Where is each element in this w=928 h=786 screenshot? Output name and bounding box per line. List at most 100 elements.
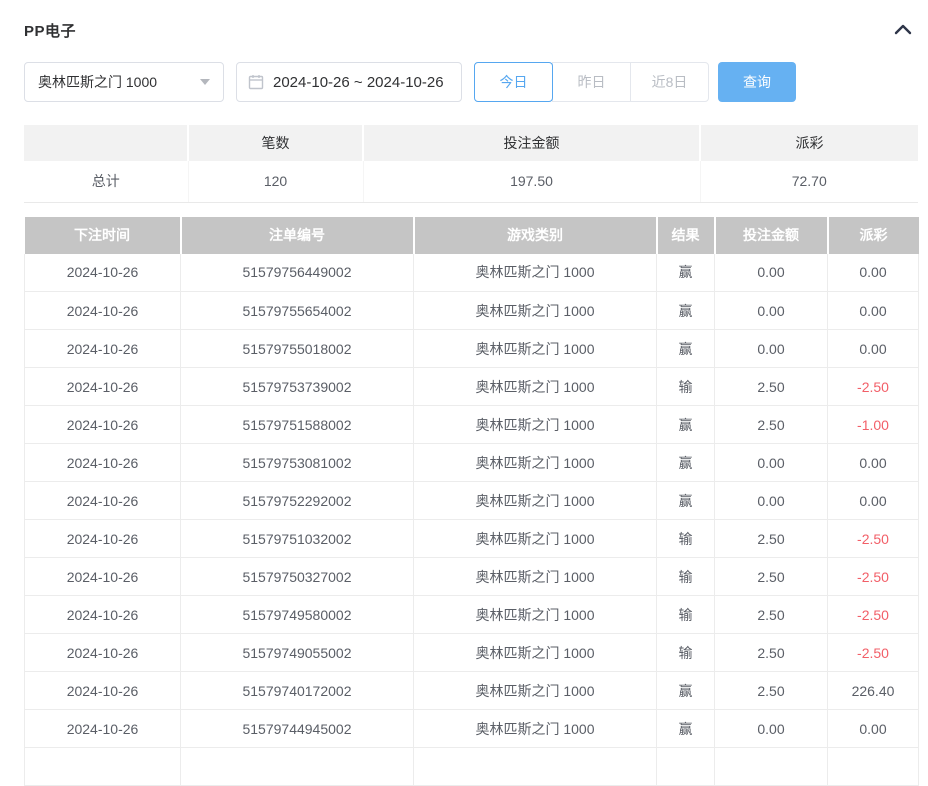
table-row: 2024-10-26 51579755654002 奥林匹斯之门 1000 赢 … — [25, 292, 919, 330]
cell-bet-time: 2024-10-26 — [25, 444, 181, 482]
cell-bet-amount: 2.50 — [715, 672, 828, 710]
cell-payout: 226.40 — [828, 672, 919, 710]
cell-payout: 0.00 — [828, 330, 919, 368]
cell-game-category: 奥林匹斯之门 1000 — [414, 330, 657, 368]
col-bet-time: 下注时间 — [25, 217, 181, 254]
cell-result: 赢 — [657, 710, 715, 748]
cell-bet-amount: 0.00 — [715, 482, 828, 520]
cell-game-category: 奥林匹斯之门 1000 — [414, 482, 657, 520]
table-row — [25, 748, 919, 786]
quick-btn-last8days[interactable]: 近8日 — [630, 62, 709, 102]
table-row: 2024-10-26 51579749055002 奥林匹斯之门 1000 输 … — [25, 634, 919, 672]
cell-bet-time: 2024-10-26 — [25, 710, 181, 748]
summary-col-bet-amount: 投注金额 — [363, 125, 700, 161]
cell-bet-amount: 2.50 — [715, 596, 828, 634]
cell-game-category — [414, 748, 657, 786]
cell-payout — [828, 748, 919, 786]
filter-bar: 奥林匹斯之门 1000 2024-10-26 ~ 2024-10-26 今日 昨… — [24, 62, 928, 102]
cell-bet-amount — [715, 748, 828, 786]
col-bet-amount: 投注金额 — [715, 217, 828, 254]
cell-bet-amount: 0.00 — [715, 292, 828, 330]
table-row: 2024-10-26 51579749580002 奥林匹斯之门 1000 输 … — [25, 596, 919, 634]
quick-btn-today[interactable]: 今日 — [474, 62, 553, 102]
table-row: 2024-10-26 51579755018002 奥林匹斯之门 1000 赢 … — [25, 330, 919, 368]
cell-order-number: 51579753081002 — [181, 444, 414, 482]
bet-records-table: 下注时间 注单编号 游戏类别 结果 投注金额 派彩 2024-10-26 515… — [24, 217, 919, 786]
cell-payout: -1.00 — [828, 406, 919, 444]
bet-table-header-row: 下注时间 注单编号 游戏类别 结果 投注金额 派彩 — [25, 217, 919, 254]
cell-order-number: 51579749055002 — [181, 634, 414, 672]
cell-game-category: 奥林匹斯之门 1000 — [414, 672, 657, 710]
cell-payout: 0.00 — [828, 292, 919, 330]
cell-bet-time: 2024-10-26 — [25, 368, 181, 406]
cell-game-category: 奥林匹斯之门 1000 — [414, 254, 657, 292]
cell-order-number: 51579749580002 — [181, 596, 414, 634]
table-row: 2024-10-26 51579751588002 奥林匹斯之门 1000 赢 … — [25, 406, 919, 444]
cell-payout: -2.50 — [828, 596, 919, 634]
cell-bet-amount: 2.50 — [715, 406, 828, 444]
cell-game-category: 奥林匹斯之门 1000 — [414, 634, 657, 672]
cell-result — [657, 748, 715, 786]
cell-bet-time: 2024-10-26 — [25, 406, 181, 444]
cell-game-category: 奥林匹斯之门 1000 — [414, 368, 657, 406]
cell-order-number: 51579751032002 — [181, 520, 414, 558]
cell-game-category: 奥林匹斯之门 1000 — [414, 292, 657, 330]
cell-order-number: 51579756449002 — [181, 254, 414, 292]
cell-payout: 0.00 — [828, 482, 919, 520]
chevron-down-icon — [200, 79, 210, 85]
summary-col-empty — [24, 125, 188, 161]
cell-result: 输 — [657, 558, 715, 596]
col-game-category: 游戏类别 — [414, 217, 657, 254]
cell-payout: 0.00 — [828, 444, 919, 482]
cell-bet-time: 2024-10-26 — [25, 254, 181, 292]
cell-result: 输 — [657, 368, 715, 406]
cell-game-category: 奥林匹斯之门 1000 — [414, 558, 657, 596]
cell-payout: 0.00 — [828, 254, 919, 292]
summary-total-payout: 72.70 — [700, 161, 918, 202]
cell-bet-amount: 0.00 — [715, 254, 828, 292]
summary-total-bet-amount: 197.50 — [363, 161, 700, 202]
quick-btn-yesterday[interactable]: 昨日 — [552, 62, 631, 102]
cell-payout: -2.50 — [828, 558, 919, 596]
table-row: 2024-10-26 51579753739002 奥林匹斯之门 1000 输 … — [25, 368, 919, 406]
cell-order-number: 51579744945002 — [181, 710, 414, 748]
cell-game-category: 奥林匹斯之门 1000 — [414, 444, 657, 482]
cell-result: 赢 — [657, 406, 715, 444]
cell-game-category: 奥林匹斯之门 1000 — [414, 596, 657, 634]
cell-result: 输 — [657, 634, 715, 672]
cell-result: 输 — [657, 520, 715, 558]
date-range-picker[interactable]: 2024-10-26 ~ 2024-10-26 — [236, 62, 462, 102]
cell-order-number: 51579753739002 — [181, 368, 414, 406]
cell-order-number: 51579755018002 — [181, 330, 414, 368]
cell-bet-time: 2024-10-26 — [25, 292, 181, 330]
cell-bet-amount: 0.00 — [715, 444, 828, 482]
summary-col-count: 笔数 — [188, 125, 363, 161]
summary-col-payout: 派彩 — [700, 125, 918, 161]
cell-bet-time: 2024-10-26 — [25, 482, 181, 520]
cell-bet-time: 2024-10-26 — [25, 330, 181, 368]
table-row: 2024-10-26 51579751032002 奥林匹斯之门 1000 输 … — [25, 520, 919, 558]
cell-bet-time: 2024-10-26 — [25, 672, 181, 710]
cell-game-category: 奥林匹斯之门 1000 — [414, 710, 657, 748]
search-button[interactable]: 查询 — [718, 62, 796, 102]
table-row: 2024-10-26 51579753081002 奥林匹斯之门 1000 赢 … — [25, 444, 919, 482]
cell-result: 赢 — [657, 330, 715, 368]
cell-order-number: 51579750327002 — [181, 558, 414, 596]
cell-bet-time: 2024-10-26 — [25, 634, 181, 672]
table-row: 2024-10-26 51579752292002 奥林匹斯之门 1000 赢 … — [25, 482, 919, 520]
col-order-number: 注单编号 — [181, 217, 414, 254]
cell-bet-time: 2024-10-26 — [25, 558, 181, 596]
cell-payout: 0.00 — [828, 710, 919, 748]
cell-bet-amount: 2.50 — [715, 558, 828, 596]
col-result: 结果 — [657, 217, 715, 254]
cell-game-category: 奥林匹斯之门 1000 — [414, 520, 657, 558]
collapse-panel-button[interactable] — [893, 21, 913, 41]
summary-total-row: 总计 120 197.50 72.70 — [24, 161, 918, 202]
cell-order-number: 51579752292002 — [181, 482, 414, 520]
table-row: 2024-10-26 51579740172002 奥林匹斯之门 1000 赢 … — [25, 672, 919, 710]
cell-result: 赢 — [657, 672, 715, 710]
chevron-up-icon — [894, 23, 912, 38]
cell-order-number: 51579755654002 — [181, 292, 414, 330]
game-select[interactable]: 奥林匹斯之门 1000 — [24, 62, 224, 102]
bet-table-body: 2024-10-26 51579756449002 奥林匹斯之门 1000 赢 … — [25, 254, 919, 786]
